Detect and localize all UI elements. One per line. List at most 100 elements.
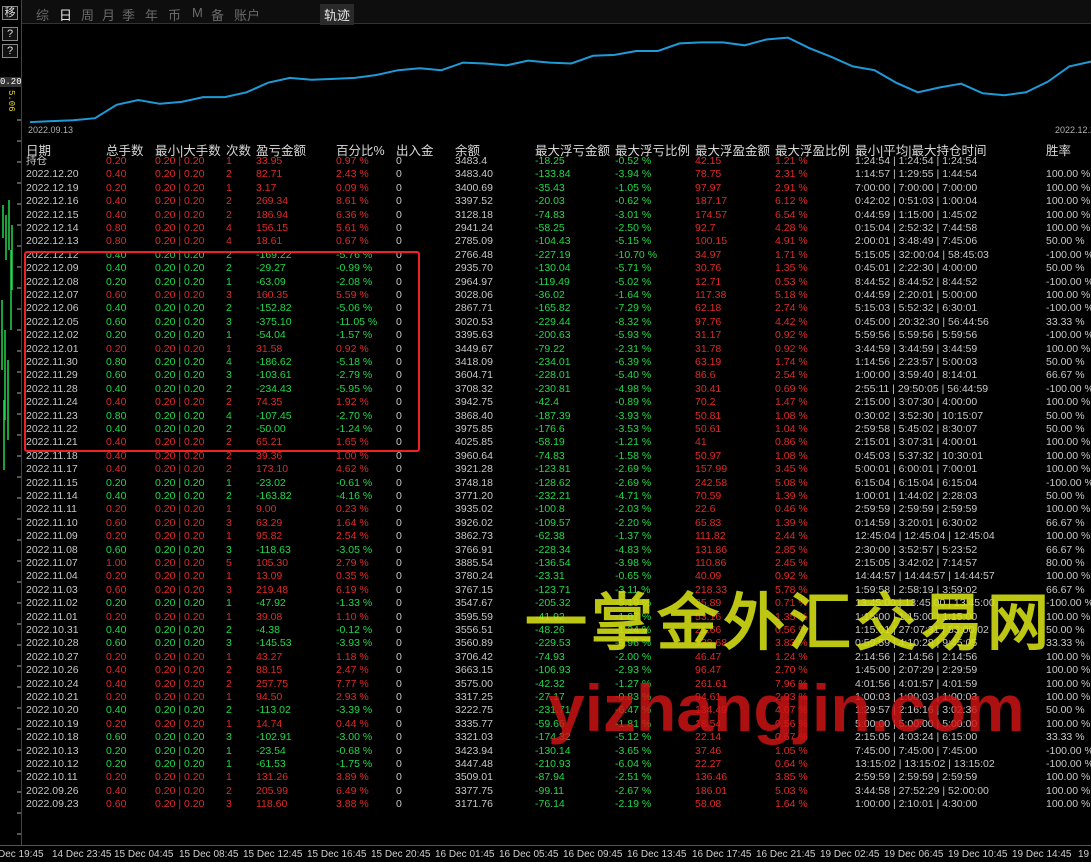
table-row[interactable]: 2022.10.12 0.20 0.20 | 0.20 1 -61.53 -1.75 % 0… bbox=[22, 758, 1091, 771]
tab-6[interactable]: 币 bbox=[168, 5, 181, 24]
tab-7[interactable]: M bbox=[192, 5, 203, 20]
table-cell: 0.20 | 0.20 bbox=[155, 583, 205, 596]
table-row[interactable]: 2022.12.13 0.80 0.20 | 0.20 4 18.61 0.67 % 0 27… bbox=[22, 235, 1091, 248]
tab-3[interactable]: 月 bbox=[102, 5, 115, 24]
table-row[interactable]: 2022.10.11 0.20 0.20 | 0.20 1 131.26 3.89 % 0 3… bbox=[22, 771, 1091, 784]
table-cell: -58.19 bbox=[535, 436, 565, 449]
table-cell: 2:15:05 | 3:42:02 | 7:14:57 bbox=[855, 557, 978, 569]
table-cell: 2.91 % bbox=[775, 181, 808, 194]
table-row[interactable]: 2022.11.21 0.40 0.20 | 0.20 2 65.21 1.65 % 0 40… bbox=[22, 436, 1091, 449]
table-cell: 39.36 bbox=[256, 449, 283, 462]
table-cell: 0.20 | 0.20 bbox=[155, 423, 205, 435]
time-label: 16 Dec 21:45 bbox=[756, 849, 816, 860]
table-row[interactable]: 2022.10.13 0.20 0.20 | 0.20 1 -23.54 -0.68 % 0… bbox=[22, 745, 1091, 758]
table-cell: 4.42 % bbox=[775, 315, 808, 328]
table-cell: -10.70 % bbox=[615, 248, 658, 261]
table-row[interactable]: 2022.11.17 0.40 0.20 | 0.20 2 173.10 4.62 % 0 3… bbox=[22, 463, 1091, 476]
table-row[interactable]: 2022.12.12 0.40 0.20 | 0.20 2 -169.22 -5.76 %… bbox=[22, 249, 1091, 262]
table-cell: 5:59:56 | 5:59:56 | 5:59:56 bbox=[855, 329, 978, 342]
table-cell: 1 bbox=[226, 570, 232, 583]
table-cell: 100.00 % bbox=[1046, 784, 1091, 797]
table-cell: 6.36 % bbox=[336, 208, 369, 221]
table-cell: 5.08 % bbox=[775, 476, 808, 489]
table-cell: -4.16 % bbox=[336, 490, 373, 502]
table-row[interactable]: 2022.11.08 0.60 0.20 | 0.20 3 -118.63 -3.05 %… bbox=[22, 544, 1091, 557]
table-cell: 0 bbox=[396, 369, 402, 382]
table-row[interactable]: 2022.12.14 0.80 0.20 | 0.20 4 156.15 5.61 % 0 2… bbox=[22, 222, 1091, 235]
table-cell: 2:00:01 | 3:48:49 | 7:45:06 bbox=[855, 235, 978, 248]
table-cell: 1.05 % bbox=[775, 744, 808, 757]
table-cell: 5.18 % bbox=[775, 289, 808, 301]
table-cell: 41 bbox=[695, 436, 707, 449]
table-row[interactable]: 2022.11.07 1.00 0.20 | 0.20 5 105.30 2.79 % 0 3… bbox=[22, 557, 1091, 570]
table-cell: 0.40 bbox=[106, 449, 127, 462]
table-cell: 4.91 % bbox=[775, 235, 808, 248]
table-cell: -3.94 % bbox=[615, 168, 652, 181]
table-row[interactable]: 2022.11.15 0.20 0.20 | 0.20 1 -23.02 -0.61 % 0… bbox=[22, 477, 1091, 490]
table-row[interactable]: 2022.11.24 0.40 0.20 | 0.20 2 74.35 1.92 % 0 39… bbox=[22, 396, 1091, 409]
table-row[interactable]: 2022.11.30 0.80 0.20 | 0.20 4 -186.62 -5.18 %… bbox=[22, 356, 1091, 369]
table-cell: 100.00 % bbox=[1046, 396, 1091, 409]
table-cell: 0.92 % bbox=[775, 329, 808, 342]
tab-8[interactable]: 备 bbox=[211, 5, 224, 24]
table-cell: -5.18 % bbox=[336, 356, 373, 368]
tab-4[interactable]: 季 bbox=[122, 5, 135, 24]
tab-10[interactable]: 轨迹 bbox=[320, 4, 355, 25]
table-cell: 0.20 | 0.20 bbox=[155, 396, 205, 409]
tab-0[interactable]: 综 bbox=[36, 5, 49, 24]
table-cell: 3171.76 bbox=[455, 798, 493, 811]
table-cell: 0.20 bbox=[106, 717, 127, 730]
table-cell: 1.74 % bbox=[775, 356, 808, 368]
table-row[interactable]: 2022.09.26 0.40 0.20 | 0.20 2 205.99 6.49 % 0 3… bbox=[22, 785, 1091, 798]
table-row[interactable]: 2022.09.23 0.60 0.20 | 0.20 3 118.60 3.88 % 0 3… bbox=[22, 798, 1091, 811]
tab-9[interactable]: 账户 bbox=[234, 5, 260, 24]
tab-1[interactable]: 日 bbox=[59, 5, 72, 24]
table-cell: 3483.4 bbox=[455, 155, 488, 167]
table-row[interactable]: 2022.11.23 0.80 0.20 | 0.20 4 -107.45 -2.70 %… bbox=[22, 410, 1091, 423]
table-cell: 0.97 % bbox=[336, 155, 369, 167]
table-cell: 2022.11.07 bbox=[26, 557, 78, 569]
table-cell: -375.10 bbox=[256, 315, 292, 328]
table-cell: -3.93 % bbox=[615, 409, 652, 422]
table-row[interactable]: 2022.11.14 0.40 0.20 | 0.20 2 -163.82 -4.16 %… bbox=[22, 490, 1091, 503]
time-label: 16 Dec 17:45 bbox=[692, 849, 752, 860]
table-cell: 95.82 bbox=[256, 530, 283, 543]
table-row[interactable]: 2022.12.16 0.40 0.20 | 0.20 2 269.34 8.61 % 0 3… bbox=[22, 195, 1091, 208]
table-cell: -232.21 bbox=[535, 490, 571, 502]
tab-5[interactable]: 年 bbox=[145, 5, 158, 24]
table-row[interactable]: 2022.12.15 0.40 0.20 | 0.20 2 186.94 6.36 % 0 3… bbox=[22, 209, 1091, 222]
table-cell: 0.20 | 0.20 bbox=[155, 168, 205, 181]
table-cell: 6.12 % bbox=[775, 195, 808, 208]
table-cell: -0.62 % bbox=[615, 195, 652, 208]
table-cell: -165.82 bbox=[535, 302, 571, 315]
table-row[interactable]: 2022.11.11 0.20 0.20 | 0.20 1 9.00 0.23 % 0 393… bbox=[22, 503, 1091, 516]
table-row[interactable]: 2022.11.09 0.20 0.20 | 0.20 1 95.82 2.54 % 0 38… bbox=[22, 530, 1091, 543]
table-row[interactable]: 2022.11.18 0.40 0.20 | 0.20 2 39.36 1.00 % 0 39… bbox=[22, 450, 1091, 463]
tab-2[interactable]: 周 bbox=[81, 5, 94, 24]
table-row[interactable]: 2022.12.08 0.20 0.20 | 0.20 1 -63.09 -2.08 % 0… bbox=[22, 276, 1091, 289]
table-row[interactable]: 2022.12.09 0.40 0.20 | 0.20 2 -29.27 -0.99 % 0… bbox=[22, 262, 1091, 275]
table-row[interactable]: 2022.12.01 0.20 0.20 | 0.20 1 31.58 0.92 % 0 34… bbox=[22, 343, 1091, 356]
table-cell: 1 bbox=[226, 691, 232, 703]
table-cell: -1.75 % bbox=[336, 758, 373, 770]
tab-bar: 综日周月季年币 M 备账户 轨迹 bbox=[22, 0, 1091, 25]
table-cell: 0 bbox=[396, 610, 402, 623]
table-row[interactable]: 2022.11.29 0.60 0.20 | 0.20 3 -103.61 -2.79 %… bbox=[22, 369, 1091, 382]
table-cell: 2022.11.15 bbox=[26, 476, 78, 489]
table-cell: 2 bbox=[226, 463, 232, 476]
time-label: 19 Dec 10:45 bbox=[948, 849, 1008, 860]
table-row[interactable]: 2022.11.22 0.40 0.20 | 0.20 2 -50.00 -1.24 % 0… bbox=[22, 423, 1091, 436]
table-cell: 0 bbox=[396, 624, 402, 636]
table-row[interactable]: 2022.12.05 0.60 0.20 | 0.20 3 -375.10 -11.05 … bbox=[22, 316, 1091, 329]
table-row[interactable]: 2022.12.19 0.20 0.20 | 0.20 1 3.17 0.09 % 0 340… bbox=[22, 182, 1091, 195]
table-row[interactable]: 2022.11.10 0.60 0.20 | 0.20 3 63.29 1.64 % 0 39… bbox=[22, 517, 1091, 530]
table-cell: 1.65 % bbox=[336, 436, 369, 449]
table-cell: 3 bbox=[226, 289, 232, 301]
table-cell: -50.00 bbox=[256, 423, 286, 435]
table-row[interactable]: 2022.12.07 0.60 0.20 | 0.20 3 160.35 5.59 % 0 3… bbox=[22, 289, 1091, 302]
table-row[interactable]: 2022.12.20 0.40 0.20 | 0.20 2 82.71 2.43 % 0 34… bbox=[22, 168, 1091, 181]
table-row[interactable]: 2022.11.28 0.40 0.20 | 0.20 2 -234.43 -5.95 %… bbox=[22, 383, 1091, 396]
table-row[interactable]: 2022.12.02 0.20 0.20 | 0.20 1 -54.04 -1.57 % 0… bbox=[22, 329, 1091, 342]
table-row[interactable]: 持仓 0.20 0.20 | 0.20 1 33.95 0.97 % 0 3483.4 -18.… bbox=[22, 155, 1091, 168]
table-row[interactable]: 2022.12.06 0.40 0.20 | 0.20 2 -152.82 -5.06 %… bbox=[22, 302, 1091, 315]
